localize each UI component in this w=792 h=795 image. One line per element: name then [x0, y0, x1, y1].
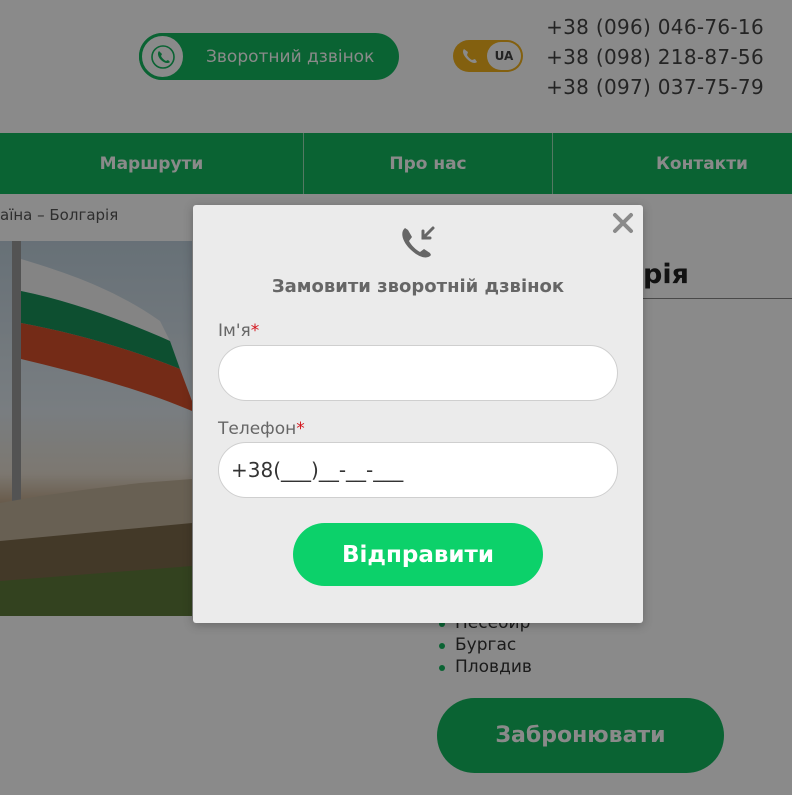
- phone-label-text: Телефон: [218, 419, 297, 439]
- phone-field[interactable]: +38(___)__-__-___: [218, 442, 618, 498]
- name-field[interactable]: [218, 345, 618, 401]
- phone-mask: +38(___)__-__-___: [231, 458, 404, 482]
- phone-label: Телефон*: [218, 419, 305, 439]
- name-label: Ім'я*: [218, 321, 259, 341]
- required-mark: *: [250, 321, 260, 341]
- close-icon[interactable]: [611, 211, 635, 235]
- phone-incoming-icon: [397, 222, 439, 264]
- name-label-text: Ім'я: [218, 321, 251, 341]
- required-mark: *: [296, 419, 305, 439]
- submit-button[interactable]: Відправити: [293, 523, 543, 586]
- callback-modal: Замовити зворотній дзвінок Ім'я* Телефон…: [193, 205, 643, 623]
- modal-title: Замовити зворотній дзвінок: [271, 276, 565, 297]
